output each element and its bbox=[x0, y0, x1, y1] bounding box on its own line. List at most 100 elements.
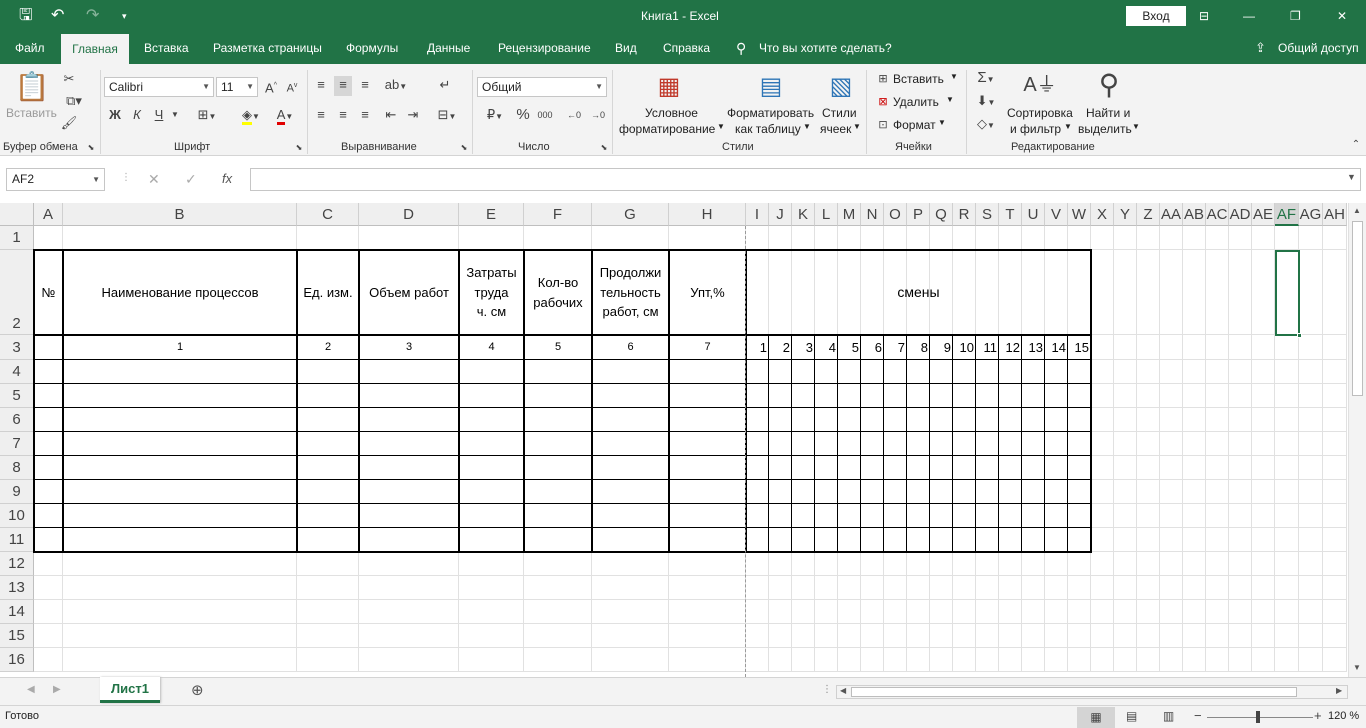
page-break-view-button[interactable]: ▥ bbox=[1163, 709, 1174, 723]
row-header-9[interactable]: 9 bbox=[0, 480, 34, 504]
shift-number-cell[interactable]: 8 bbox=[907, 340, 928, 355]
zoom-in-icon[interactable]: + bbox=[1314, 708, 1322, 723]
delete-cells-icon[interactable]: ⊠ bbox=[874, 93, 892, 113]
column-number-cell[interactable]: 2 bbox=[297, 341, 359, 353]
row-header-10[interactable]: 10 bbox=[0, 504, 34, 528]
table-header-cell[interactable]: Кол-во рабочих bbox=[524, 250, 592, 335]
paste-icon[interactable]: 📋 bbox=[14, 70, 50, 104]
column-header-u[interactable]: U bbox=[1022, 203, 1045, 226]
column-header-ah[interactable]: AH bbox=[1323, 203, 1347, 226]
bold-button[interactable]: Ж bbox=[106, 106, 124, 126]
column-header-ab[interactable]: AB bbox=[1183, 203, 1206, 226]
add-sheet-icon[interactable]: ⊕ bbox=[191, 681, 204, 699]
increase-decimal-icon[interactable]: ←0 bbox=[564, 106, 584, 126]
align-bottom-icon[interactable]: ≡ bbox=[356, 76, 374, 96]
row-header-8[interactable]: 8 bbox=[0, 456, 34, 480]
fill-icon[interactable]: ⬇▼ bbox=[972, 92, 1000, 112]
comma-style-icon[interactable]: 000 bbox=[535, 106, 555, 126]
table-header-cell[interactable]: Наименование процессов bbox=[63, 250, 297, 335]
sheet-scroll-left-icon[interactable]: ◀ bbox=[27, 684, 35, 695]
font-name-combo[interactable]: Calibri ▼ bbox=[104, 77, 214, 97]
format-cells-button[interactable]: Формат bbox=[893, 118, 936, 132]
fill-handle[interactable] bbox=[1297, 333, 1302, 338]
column-header-ac[interactable]: AC bbox=[1206, 203, 1229, 226]
column-header-v[interactable]: V bbox=[1045, 203, 1068, 226]
row-header-4[interactable]: 4 bbox=[0, 360, 34, 384]
tab-data[interactable]: Данные bbox=[427, 32, 470, 64]
row-header-14[interactable]: 14 bbox=[0, 600, 34, 624]
column-header-r[interactable]: R bbox=[953, 203, 976, 226]
shift-number-cell[interactable]: 9 bbox=[930, 340, 951, 355]
insert-cells-icon[interactable]: ⊞ bbox=[874, 70, 892, 90]
underline-button[interactable]: Ч bbox=[150, 106, 168, 126]
zoom-slider[interactable] bbox=[1207, 717, 1313, 718]
sheet-tab-list1[interactable]: Лист1 bbox=[100, 677, 160, 703]
row-header-5[interactable]: 5 bbox=[0, 384, 34, 408]
row-header-16[interactable]: 16 bbox=[0, 648, 34, 672]
shift-number-cell[interactable]: 4 bbox=[815, 340, 836, 355]
sort-filter-label-2[interactable]: и фильтр bbox=[1010, 122, 1061, 136]
redo-icon[interactable]: ↷ bbox=[86, 0, 99, 32]
dialog-launcher-icon[interactable]: ⬊ bbox=[294, 142, 304, 154]
sheet-scroll-right-icon[interactable]: ▶ bbox=[53, 684, 61, 695]
row-header-12[interactable]: 12 bbox=[0, 552, 34, 576]
tab-file[interactable]: Файл bbox=[15, 32, 45, 64]
undo-icon[interactable]: ↶ bbox=[51, 0, 64, 32]
close-button[interactable]: ✕ bbox=[1337, 0, 1347, 32]
column-header-y[interactable]: Y bbox=[1114, 203, 1137, 226]
tab-help[interactable]: Справка bbox=[663, 32, 710, 64]
shift-number-cell[interactable]: 7 bbox=[884, 340, 905, 355]
decrease-indent-icon[interactable]: ⇤ bbox=[382, 106, 400, 126]
shift-number-cell[interactable]: 6 bbox=[861, 340, 882, 355]
tab-review[interactable]: Рецензирование bbox=[498, 32, 591, 64]
column-number-cell[interactable]: 5 bbox=[524, 341, 592, 353]
column-header-h[interactable]: H bbox=[669, 203, 746, 226]
table-header-cell[interactable]: Упт,% bbox=[669, 250, 746, 335]
cell-styles-icon[interactable]: ▧ bbox=[826, 72, 856, 102]
column-header-p[interactable]: P bbox=[907, 203, 930, 226]
row-header-3[interactable]: 3 bbox=[0, 335, 34, 360]
column-header-q[interactable]: Q bbox=[930, 203, 953, 226]
table-header-cell[interactable]: Затраты труда ч. см bbox=[459, 250, 524, 335]
align-middle-icon[interactable]: ≡ bbox=[334, 76, 352, 96]
dialog-launcher-icon[interactable]: ⬊ bbox=[86, 142, 96, 154]
autosum-icon[interactable]: Σ▼ bbox=[972, 69, 1000, 89]
tab-view[interactable]: Вид bbox=[615, 32, 637, 64]
decrease-decimal-icon[interactable]: →0 bbox=[588, 106, 608, 126]
table-header-cell[interactable]: Объем работ bbox=[359, 250, 459, 335]
sort-filter-icon[interactable]: A⏚ bbox=[1022, 70, 1058, 100]
shift-number-cell[interactable]: 15 bbox=[1068, 340, 1089, 355]
accounting-format-icon[interactable]: ₽▼ bbox=[480, 106, 510, 126]
table-header-cell[interactable]: смены bbox=[746, 250, 1091, 335]
format-painter-icon[interactable]: 🖌 bbox=[60, 114, 78, 134]
sort-filter-label-1[interactable]: Сортировка bbox=[1007, 106, 1073, 120]
column-header-c[interactable]: C bbox=[297, 203, 359, 226]
merge-cells-icon[interactable]: ⊟▼ bbox=[432, 106, 462, 126]
conditional-formatting-label-1[interactable]: Условное bbox=[645, 106, 698, 120]
customize-toolbar-icon[interactable]: ▾ bbox=[122, 0, 127, 32]
horizontal-scroll-thumb[interactable] bbox=[851, 687, 1297, 697]
cut-icon[interactable]: ✂ bbox=[60, 70, 78, 90]
tab-split-handle[interactable]: ⋮ bbox=[822, 684, 832, 695]
scroll-left-icon[interactable]: ◀ bbox=[840, 686, 846, 695]
copy-icon[interactable]: ⧉▾ bbox=[60, 92, 88, 112]
column-header-b[interactable]: B bbox=[63, 203, 297, 226]
column-number-cell[interactable]: 3 bbox=[359, 341, 459, 353]
table-header-cell[interactable]: № bbox=[34, 250, 63, 335]
column-header-k[interactable]: K bbox=[792, 203, 815, 226]
column-header-aa[interactable]: AA bbox=[1160, 203, 1183, 226]
percent-icon[interactable]: % bbox=[514, 106, 532, 126]
table-header-cell[interactable]: Ед. изм. bbox=[297, 250, 359, 335]
formula-bar-options-icon[interactable]: ⋮ bbox=[121, 172, 131, 183]
column-number-cell[interactable]: 6 bbox=[592, 341, 669, 353]
formula-input[interactable] bbox=[250, 168, 1361, 191]
cell-styles-label-2[interactable]: ячеек bbox=[820, 122, 851, 136]
conditional-formatting-icon[interactable]: ▦ bbox=[654, 72, 684, 102]
align-center-icon[interactable]: ≡ bbox=[334, 106, 352, 126]
shift-number-cell[interactable]: 1 bbox=[746, 340, 767, 355]
tab-home[interactable]: Главная bbox=[61, 34, 129, 64]
expand-formula-icon[interactable]: ▼ bbox=[1347, 172, 1356, 182]
italic-button[interactable]: К bbox=[128, 106, 146, 126]
cell-styles-label-1[interactable]: Стили bbox=[822, 106, 857, 120]
find-select-label-1[interactable]: Найти и bbox=[1086, 106, 1130, 120]
